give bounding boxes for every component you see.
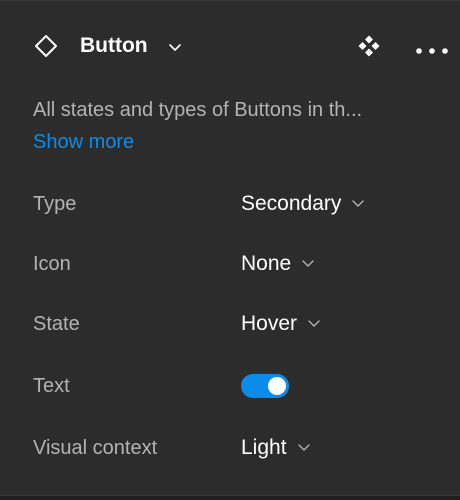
panel-top-edge	[0, 0, 460, 1]
variants-icon[interactable]	[357, 34, 381, 58]
chevron-down-icon[interactable]	[168, 40, 182, 51]
property-label: Text	[33, 375, 70, 397]
component-diamond-icon	[34, 34, 58, 58]
visual-context-dropdown[interactable]: Light	[241, 432, 311, 464]
dropdown-value: None	[241, 252, 292, 275]
component-title[interactable]: Button	[80, 34, 148, 58]
chevron-down-icon	[297, 444, 310, 451]
dropdown-value: Light	[241, 436, 287, 459]
icon-dropdown[interactable]: None	[241, 248, 315, 280]
more-horizontal-icon[interactable]	[415, 42, 449, 54]
chevron-down-icon	[352, 200, 365, 207]
property-row-type: Type Secondary	[0, 184, 460, 224]
property-row-visual-context: Visual context Light	[0, 428, 460, 468]
text-toggle[interactable]	[241, 374, 289, 398]
chevron-down-icon	[302, 260, 314, 267]
panel-header: Button	[0, 26, 460, 66]
property-label: State	[33, 313, 80, 335]
property-row-text: Text	[0, 366, 460, 406]
type-dropdown[interactable]: Secondary	[241, 188, 365, 220]
state-dropdown[interactable]: Hover	[241, 308, 321, 340]
property-label: Visual context	[33, 437, 158, 459]
property-row-icon: Icon None	[0, 244, 460, 284]
property-label: Type	[33, 193, 77, 215]
show-more-link[interactable]: Show more	[33, 130, 134, 154]
dropdown-value: Secondary	[241, 192, 342, 215]
component-description: All states and types of Buttons in th...	[33, 99, 363, 121]
panel-bottom-edge	[0, 495, 460, 500]
property-label: Icon	[33, 253, 71, 275]
property-row-state: State Hover	[0, 304, 460, 344]
toggle-knob	[268, 377, 286, 395]
chevron-down-icon	[308, 320, 320, 327]
dropdown-value: Hover	[241, 312, 298, 335]
